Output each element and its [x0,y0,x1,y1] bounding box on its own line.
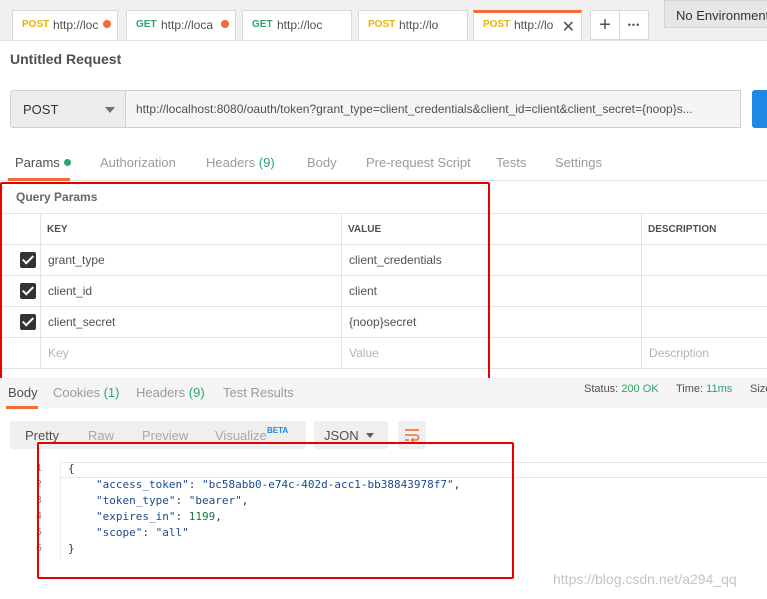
send-button[interactable] [752,90,767,128]
method-label: POST [22,19,50,30]
environment-selector[interactable]: No Environment [664,0,767,28]
chevron-down-icon [105,107,115,113]
request-tab-3[interactable]: GET http://loc [242,10,352,40]
tab-url: http://loc [53,18,99,32]
method-value: POST [23,102,59,117]
request-tab-2[interactable]: GET http://loca [126,10,236,40]
response-format-value: JSON [324,428,359,443]
tab-url: http://lo [399,18,439,32]
response-tab-body[interactable]: Body [8,385,38,400]
request-tab-1[interactable]: POST http://loc [12,10,118,40]
format-visualize[interactable]: Visualize [215,428,267,443]
annotation-highlight-box [0,182,490,380]
format-preview[interactable]: Preview [142,428,188,443]
cookies-count: (1) [103,385,120,400]
status-label: Status: [584,383,619,395]
request-title[interactable]: Untitled Request [10,51,121,67]
tab-headers-label: Headers [206,155,256,170]
url-input[interactable]: http://localhost:8080/oauth/token?grant_… [126,90,741,128]
active-tab-underline [8,178,70,181]
size-label[interactable]: Size [750,383,767,395]
watermark: https://blog.csdn.net/a294_qq [553,571,737,587]
more-tabs-button[interactable]: ••• [619,10,649,40]
chevron-down-icon [366,433,374,438]
time-info: Time: 11ms [676,383,732,395]
request-tab-5-active[interactable]: POST http://lo ✕ [473,10,582,40]
status-info: Status: 200 OK [584,383,659,395]
tab-headers-label: Headers [136,385,186,400]
active-tab-underline [6,406,38,409]
column-divider [641,213,642,368]
tab-tests[interactable]: Tests [496,155,526,170]
tab-settings[interactable]: Settings [555,155,602,170]
method-label: POST [483,19,511,30]
time-value: 11ms [706,383,733,395]
request-tab-4[interactable]: POST http://lo [358,10,468,40]
divider [0,180,767,181]
method-select[interactable]: POST [10,90,126,128]
beta-badge: BETA [267,426,289,435]
new-tab-button[interactable]: + [590,10,620,40]
format-pretty[interactable]: Pretty [25,428,59,443]
tab-params-label: Params [15,155,60,170]
tab-url: http://loc [277,18,323,32]
unsaved-dot-icon [221,20,229,28]
headers-count: (9) [258,155,275,170]
annotation-highlight-box [37,442,514,579]
active-dot-icon [63,159,71,166]
column-header-description: DESCRIPTION [648,224,717,235]
close-tab-icon[interactable]: ✕ [562,17,575,37]
time-label: Time: [676,383,704,395]
response-tab-headers[interactable]: Headers (9) [136,385,205,400]
tab-body[interactable]: Body [307,155,337,170]
tab-headers[interactable]: Headers (9) [206,155,275,170]
new-description-input[interactable]: Description [649,346,709,360]
wrap-lines-icon [405,429,420,442]
method-label: POST [368,19,396,30]
tab-authorization[interactable]: Authorization [100,155,176,170]
response-tab-cookies[interactable]: Cookies (1) [53,385,119,400]
tab-params[interactable]: Params [15,155,71,170]
tab-cookies-label: Cookies [53,385,100,400]
tab-prerequest-script[interactable]: Pre-request Script [366,155,471,170]
response-headers-count: (9) [188,385,205,400]
method-label: GET [252,19,273,30]
tab-url: http://loca [161,18,214,32]
tab-url: http://lo [514,18,554,32]
status-value: 200 OK [621,383,659,395]
format-raw[interactable]: Raw [88,428,114,443]
method-label: GET [136,19,157,30]
response-tab-test-results[interactable]: Test Results [223,385,294,400]
unsaved-dot-icon [103,20,111,28]
